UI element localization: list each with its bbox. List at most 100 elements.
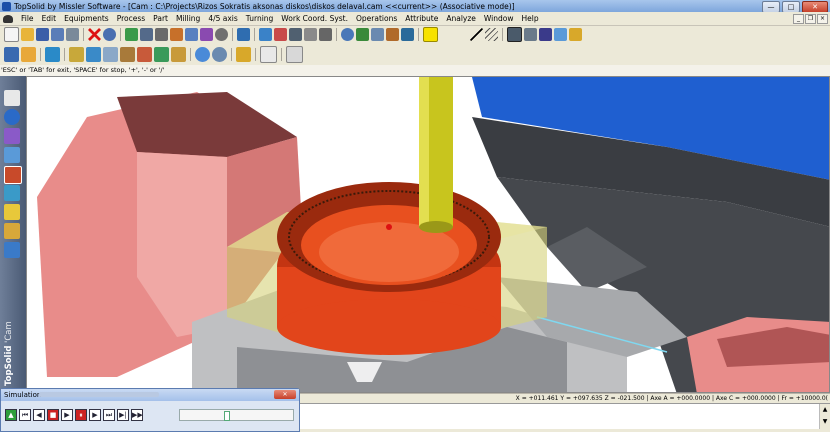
menu-window[interactable]: Window <box>480 12 518 25</box>
shape-icon[interactable] <box>4 109 20 125</box>
drilling-icon[interactable] <box>103 46 118 62</box>
milling-icon[interactable] <box>4 46 19 62</box>
simulation-slider-thumb[interactable] <box>224 411 230 421</box>
simulation-close-button[interactable]: ✕ <box>274 390 296 399</box>
command-scrollbar[interactable]: ▲ ▼ <box>819 404 830 430</box>
zoom-icon[interactable] <box>341 28 354 41</box>
menu-help[interactable]: Help <box>518 12 543 25</box>
menu-4-5-axis[interactable]: 4/5 axis <box>204 12 241 25</box>
sim-skip-end-button[interactable]: ⏭ <box>103 409 115 421</box>
sim-rewind-button[interactable]: ⏮ <box>19 409 31 421</box>
zoom-fit-icon[interactable] <box>356 28 369 41</box>
machine-setup-icon[interactable] <box>4 242 20 258</box>
menu-part[interactable]: Part <box>149 12 172 25</box>
menu-analyze[interactable]: Analyze <box>442 12 480 25</box>
menu-process[interactable]: Process <box>113 12 149 25</box>
3d-viewport[interactable] <box>26 76 830 393</box>
select-icon[interactable] <box>259 28 272 41</box>
layer-manager-icon[interactable] <box>524 28 537 41</box>
snap-icon[interactable] <box>237 28 250 41</box>
surface-icon[interactable] <box>4 147 20 163</box>
simulation-icon[interactable] <box>195 46 210 62</box>
tool-library-icon[interactable] <box>569 28 582 41</box>
lasso-icon[interactable] <box>304 28 317 41</box>
analysis-icon[interactable] <box>170 28 183 41</box>
simulation-speed-slider[interactable] <box>179 409 294 421</box>
hatch-style-icon[interactable] <box>485 28 498 41</box>
line-style-icon[interactable] <box>470 28 483 41</box>
cutting-tool-highlight <box>419 77 429 227</box>
postprocessor-icon[interactable] <box>236 46 251 62</box>
prompt-line: 'ESC' or 'TAB' for exit, 'SPACE' for sto… <box>0 65 830 76</box>
draft-icon[interactable] <box>4 204 20 220</box>
sketch-pencil-icon[interactable] <box>4 90 20 106</box>
group-icon[interactable] <box>200 28 213 41</box>
menu-edit[interactable]: Edit <box>38 12 61 25</box>
measure-icon[interactable] <box>155 28 168 41</box>
cam-mode-icon[interactable] <box>4 166 22 184</box>
report-icon[interactable] <box>260 45 277 63</box>
delete-icon[interactable] <box>88 28 101 41</box>
verify-icon[interactable] <box>212 46 227 62</box>
facing-icon[interactable] <box>120 46 135 62</box>
hide-icon[interactable] <box>215 28 228 41</box>
magnifier-icon[interactable] <box>140 28 153 41</box>
doc-minimize-button[interactable]: _ <box>793 14 804 24</box>
toolbar-separator <box>120 28 121 41</box>
tool-icon[interactable] <box>4 223 20 239</box>
document-tree-icon[interactable] <box>554 28 567 41</box>
view-icon[interactable] <box>371 28 384 41</box>
menu-attribute[interactable]: Attribute <box>401 12 442 25</box>
sim-step-back-button[interactable]: ◀ <box>33 409 45 421</box>
doc-close-button[interactable]: × <box>817 14 828 24</box>
window-titlebar: TopSolid by Missler Software - [Cam : C:… <box>0 0 830 13</box>
sim-eject-button[interactable]: ▲ <box>5 409 17 421</box>
sim-fast-forward-button[interactable]: ▶▶ <box>131 409 143 421</box>
machine-icon[interactable] <box>45 46 60 62</box>
marker-style-icon[interactable] <box>455 28 468 41</box>
document-menu-icon[interactable] <box>3 14 13 23</box>
sim-play-slow-button[interactable]: ▶ <box>89 409 101 421</box>
sim-pause-button[interactable]: ⏸ <box>75 409 87 421</box>
toolbar-separator <box>232 28 233 41</box>
cancel-select-icon[interactable] <box>274 28 287 41</box>
point-style-icon[interactable] <box>440 28 453 41</box>
filter-icon[interactable] <box>289 28 302 41</box>
color-picker-icon[interactable] <box>423 27 438 42</box>
curve-icon[interactable] <box>4 128 20 144</box>
assembly-icon[interactable] <box>4 185 20 201</box>
doc-restore-button[interactable]: ❐ <box>805 14 816 24</box>
save-icon[interactable] <box>36 28 49 41</box>
menu-milling[interactable]: Milling <box>172 12 204 25</box>
simulation-titlebar[interactable]: Simulation ✕ <box>1 389 299 401</box>
pointer-options-icon[interactable] <box>319 28 332 41</box>
pocket-icon[interactable] <box>69 46 84 62</box>
new-document-icon[interactable] <box>4 27 19 42</box>
stock-icon[interactable] <box>21 46 36 62</box>
print-icon[interactable] <box>66 28 79 41</box>
render-mode-icon[interactable] <box>401 28 414 41</box>
rotate-view-icon[interactable] <box>386 28 399 41</box>
open-folder-icon[interactable] <box>21 28 34 41</box>
menu-work-coord-syst[interactable]: Work Coord. Syst. <box>277 12 352 25</box>
layer-icon[interactable] <box>507 27 522 42</box>
menu-turning[interactable]: Turning <box>242 12 278 25</box>
toolpath-icon[interactable] <box>171 46 186 62</box>
menu-equipments[interactable]: Equipments <box>60 12 113 25</box>
sim-play-button[interactable]: ▶ <box>61 409 73 421</box>
finishing-icon[interactable] <box>154 46 169 62</box>
menu-operations[interactable]: Operations <box>352 12 401 25</box>
nc-file-icon[interactable] <box>286 45 303 63</box>
toolbar-separator <box>336 28 337 41</box>
menu-file[interactable]: File <box>17 12 38 25</box>
library-icon[interactable] <box>539 28 552 41</box>
roughing-icon[interactable] <box>137 46 152 62</box>
contour-icon[interactable] <box>86 46 101 62</box>
attribute-icon[interactable] <box>125 28 138 41</box>
sim-step-forward-button[interactable]: ▶| <box>117 409 129 421</box>
undo-icon[interactable] <box>103 28 116 41</box>
properties-icon[interactable] <box>51 28 64 41</box>
check-icon[interactable] <box>185 28 198 41</box>
toolbar-separator <box>64 47 65 61</box>
sim-stop-button[interactable]: ■ <box>47 409 59 421</box>
